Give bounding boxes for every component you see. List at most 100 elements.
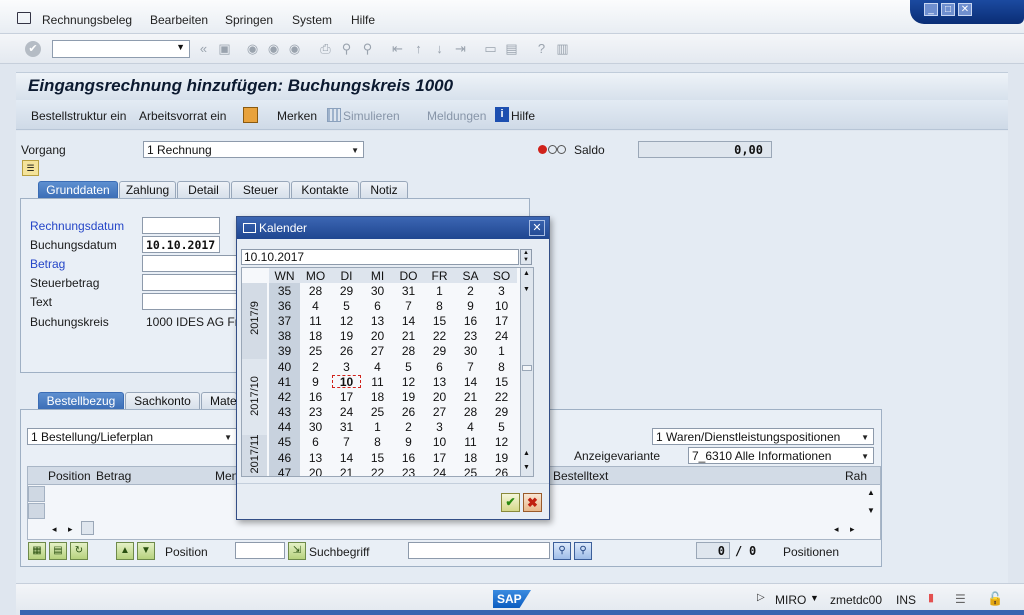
calendar-day[interactable]: 6 (424, 359, 455, 374)
row-selector[interactable] (28, 486, 45, 502)
chevron-down-icon[interactable]: ▼ (176, 42, 185, 52)
back-icon[interactable]: ◉ (245, 41, 260, 56)
rechnungsdatum-input[interactable] (142, 217, 220, 234)
calendar-day[interactable]: 23 (300, 405, 331, 420)
calendar-day[interactable]: 12 (393, 374, 424, 389)
calendar-day[interactable]: 30 (300, 420, 331, 435)
layout-toggle-icon[interactable]: ☰ (22, 160, 39, 176)
calendar-day[interactable]: 24 (424, 465, 455, 476)
calendar-day[interactable]: 23 (455, 329, 486, 344)
scroll-left-icon[interactable]: ◂ (834, 524, 839, 535)
calendar-day[interactable]: 31 (393, 283, 424, 298)
position-input[interactable] (235, 542, 285, 559)
calendar-day[interactable]: 3 (486, 283, 517, 298)
scroll-down-icon[interactable]: ▼ (523, 286, 530, 293)
calendar-day[interactable]: 4 (300, 298, 331, 313)
scroll-up-icon[interactable]: ▲ (867, 488, 875, 497)
calendar-day[interactable]: 18 (455, 450, 486, 465)
calendar-day[interactable]: 5 (331, 298, 362, 313)
calendar-day[interactable]: 22 (486, 389, 517, 404)
lock-icon[interactable]: 🔓 (987, 591, 1003, 607)
calendar-day[interactable]: 13 (424, 374, 455, 389)
calendar-day[interactable]: 29 (486, 405, 517, 420)
calendar-day[interactable]: 7 (331, 435, 362, 450)
calendar-day[interactable]: 14 (455, 374, 486, 389)
calendar-day[interactable]: 26 (331, 344, 362, 359)
calendar-day[interactable]: 28 (455, 405, 486, 420)
col-position[interactable]: Position (48, 469, 91, 483)
text-input[interactable] (142, 293, 237, 310)
week-number[interactable]: 37 (269, 313, 300, 329)
next-page-icon[interactable]: ↓ (432, 41, 447, 56)
calendar-day[interactable]: 17 (486, 313, 517, 328)
menu-icon[interactable] (17, 12, 31, 24)
confirm-button[interactable]: ✔ (501, 493, 520, 512)
layout-icon[interactable]: ▥ (555, 41, 570, 56)
calendar-day[interactable]: 14 (331, 450, 362, 465)
first-page-icon[interactable]: ⇤ (390, 41, 405, 56)
calendar-day[interactable]: 16 (393, 450, 424, 465)
betrag-input[interactable] (142, 255, 237, 272)
find-next-icon[interactable]: ⚲ (360, 41, 375, 56)
calendar-day[interactable]: 25 (362, 405, 393, 420)
scroll-left-icon[interactable]: ◂ (52, 524, 57, 535)
calendar-day[interactable]: 16 (300, 389, 331, 404)
calendar-day[interactable]: 10 (424, 435, 455, 450)
shortcut-icon[interactable]: ▤ (504, 41, 519, 56)
calendar-day[interactable]: 8 (362, 435, 393, 450)
calendar-day[interactable]: 28 (300, 283, 331, 298)
prev-page-icon[interactable]: ↑ (411, 41, 426, 56)
enter-icon[interactable]: ✔ (25, 41, 41, 57)
hilfe-button[interactable]: Hilfe (511, 109, 535, 123)
exit-icon[interactable]: ◉ (266, 41, 281, 56)
calendar-day[interactable]: 15 (424, 313, 455, 328)
week-number[interactable]: 45 (269, 434, 300, 451)
print-icon[interactable]: ⎙ (318, 41, 333, 56)
calendar-day[interactable]: 3 (424, 420, 455, 435)
calendar-day[interactable]: 12 (486, 435, 517, 450)
col-menge[interactable]: Men (215, 469, 238, 483)
calendar-day[interactable]: 1 (424, 283, 455, 298)
calendar-day[interactable]: 17 (331, 389, 362, 404)
close-icon[interactable]: ✕ (529, 220, 545, 236)
calendar-day[interactable]: 25 (300, 344, 331, 359)
calendar-day[interactable]: 24 (486, 329, 517, 344)
calendar-day[interactable]: 7 (455, 359, 486, 374)
calendar-day[interactable]: 11 (455, 435, 486, 450)
tab-kontakte[interactable]: Kontakte (291, 181, 359, 199)
calendar-day[interactable]: 11 (300, 313, 331, 328)
last-page-icon[interactable]: ⇥ (453, 41, 468, 56)
search-icon[interactable]: ⚲ (553, 542, 571, 560)
col-bestelltext[interactable]: Bestelltext (553, 469, 608, 483)
calendar-day[interactable]: 12 (331, 313, 362, 328)
hscroll-thumb[interactable] (81, 521, 94, 535)
calendar-day[interactable]: 20 (300, 465, 331, 476)
calendar-day[interactable]: 5 (486, 420, 517, 435)
week-number[interactable]: 38 (269, 328, 300, 344)
calendar-day[interactable]: 19 (486, 450, 517, 465)
calendar-day[interactable]: 9 (455, 298, 486, 313)
scroll-right-icon[interactable]: ▸ (850, 524, 855, 535)
maximize-icon[interactable]: □ (941, 3, 955, 16)
calendar-day[interactable]: 8 (424, 298, 455, 313)
calendar-day[interactable]: 26 (393, 405, 424, 420)
tab-sachkonto[interactable]: Sachkonto (125, 392, 200, 410)
calendar-day[interactable]: 3 (331, 359, 362, 374)
menu-springen[interactable]: Springen (225, 13, 273, 27)
arbeitsvorrat-button[interactable]: Arbeitsvorrat ein (139, 109, 226, 123)
week-number[interactable]: 41 (269, 374, 300, 390)
tab-material[interactable]: Mate (201, 392, 237, 410)
cancel-button[interactable]: ✖ (523, 493, 542, 512)
calendar-day[interactable]: 6 (362, 298, 393, 313)
calendar-day[interactable]: 21 (331, 465, 362, 476)
sort-asc-icon[interactable]: ▲ (116, 542, 134, 560)
calendar-day[interactable]: 2 (393, 420, 424, 435)
calendar-day[interactable]: 15 (486, 374, 517, 389)
week-number[interactable]: 35 (269, 283, 300, 299)
calendar-day[interactable]: 10 (486, 298, 517, 313)
scroll-thumb[interactable] (522, 365, 532, 371)
calendar-day[interactable]: 28 (393, 344, 424, 359)
calendar-day[interactable]: 20 (424, 389, 455, 404)
search-next-icon[interactable]: ⚲ (574, 542, 592, 560)
calendar-day[interactable]: 5 (393, 359, 424, 374)
